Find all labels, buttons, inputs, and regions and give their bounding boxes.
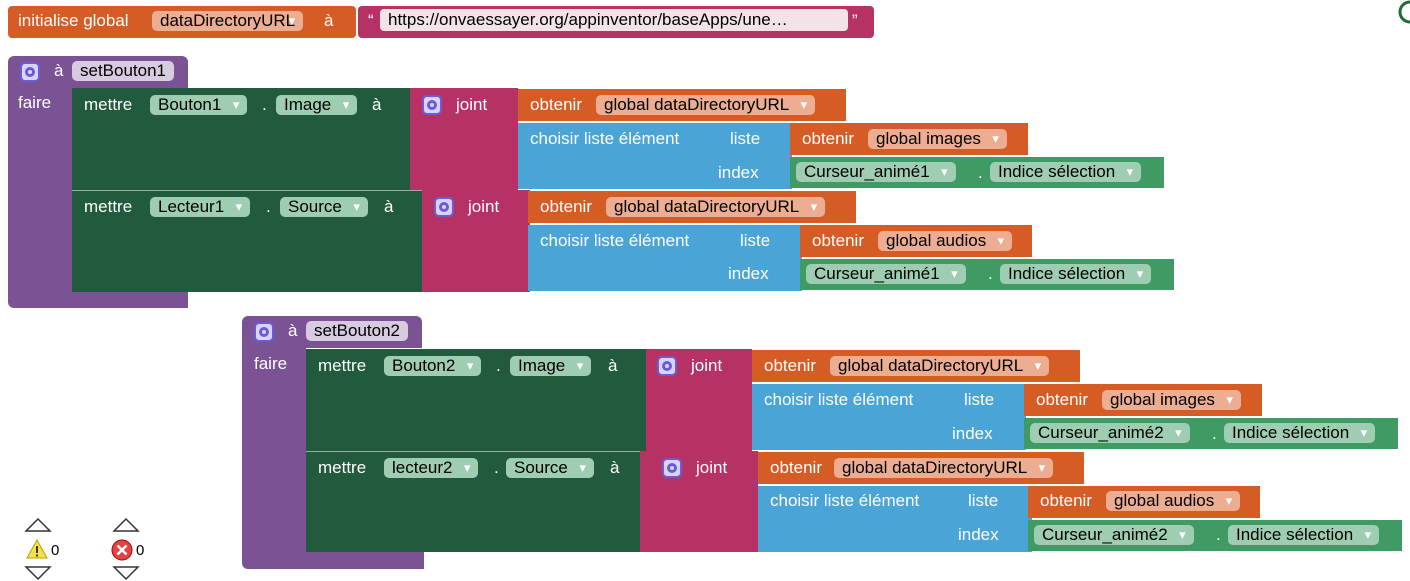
variable-dropdown[interactable]: global dataDirectoryURL — [596, 95, 816, 115]
join-mutator-icon[interactable] — [422, 95, 442, 115]
component-dropdown[interactable]: lecteur2 — [384, 458, 479, 478]
property-dropdown[interactable]: Image — [276, 95, 358, 115]
procedure-footer — [8, 292, 188, 308]
slider-dropdown[interactable]: Curseur_animé1 — [806, 264, 966, 284]
slider-property-dropdown[interactable]: Indice sélection — [1000, 264, 1152, 284]
errors-down-arrow-icon[interactable] — [112, 565, 140, 581]
index-label: index — [958, 525, 999, 544]
slider-dropdown[interactable]: Curseur_animé2 — [1034, 525, 1194, 545]
get-keyword: obtenir — [540, 197, 592, 216]
component-dropdown[interactable]: Lecteur1 — [150, 197, 251, 217]
variable-dropdown[interactable]: global dataDirectoryURL — [606, 197, 826, 217]
dot-label: . — [496, 356, 501, 375]
init-keyword: initialise global — [18, 11, 129, 30]
dot-label: . — [988, 264, 993, 283]
slider-property-dropdown[interactable]: Indice sélection — [1228, 525, 1380, 545]
set-keyword: mettre — [318, 458, 367, 477]
procedure-name-field[interactable]: setBouton1 — [72, 61, 175, 81]
get-keyword: obtenir — [764, 356, 816, 375]
procedure-name-field[interactable]: setBouton2 — [306, 321, 409, 341]
list-label: liste — [964, 390, 995, 409]
dot-label: . — [978, 163, 983, 182]
get-keyword: obtenir — [1040, 491, 1092, 510]
property-dropdown[interactable]: Source — [280, 197, 368, 217]
warning-icon — [26, 539, 48, 559]
join-label: joint — [696, 458, 728, 477]
list-variable-dropdown[interactable]: global images — [1102, 390, 1241, 410]
procedure-footer — [242, 552, 424, 569]
warnings-up-arrow-icon[interactable] — [24, 517, 52, 533]
property-dropdown[interactable]: Image — [510, 356, 592, 376]
index-label: index — [952, 424, 993, 443]
dot-label: . — [1212, 424, 1217, 443]
init-to-label: à — [324, 11, 334, 30]
slider-dropdown[interactable]: Curseur_animé1 — [796, 162, 956, 182]
join-label: joint — [691, 356, 723, 375]
procedure-settings-icon[interactable] — [20, 62, 40, 82]
procedure-body-rail — [8, 86, 72, 296]
workspace-control-icon[interactable] — [1398, 0, 1410, 26]
set-keyword: mettre — [84, 197, 133, 216]
error-icon — [111, 539, 133, 561]
get-keyword: obtenir — [812, 231, 864, 250]
quote-open: “ — [368, 11, 374, 30]
variable-dropdown[interactable]: global dataDirectoryURL — [834, 458, 1054, 478]
slider-property-dropdown[interactable]: Indice sélection — [990, 162, 1142, 182]
set-keyword: mettre — [84, 95, 133, 114]
procedure-do-label: faire — [18, 93, 52, 112]
select-keyword: choisir liste élément — [764, 390, 914, 409]
dot-label: . — [494, 458, 499, 477]
dot-label: . — [262, 95, 267, 114]
select-keyword: choisir liste élément — [530, 129, 680, 148]
variable-dropdown[interactable]: global dataDirectoryURL — [830, 356, 1050, 376]
select-keyword: choisir liste élément — [770, 491, 920, 510]
join-label: joint — [456, 95, 488, 114]
get-keyword: obtenir — [530, 95, 582, 114]
set-to-label: à — [372, 95, 382, 114]
set-to-label: à — [608, 356, 618, 375]
join-mutator-icon[interactable] — [434, 197, 454, 217]
global-var-name-field[interactable]: dataDirectoryURL — [152, 11, 304, 31]
errors-up-arrow-icon[interactable] — [112, 517, 140, 533]
list-label: liste — [740, 231, 771, 250]
url-text-field[interactable]: https://onvaessayer.org/appinventor/base… — [380, 9, 848, 31]
procedure-do-label: faire — [254, 354, 288, 373]
procedure-settings-icon[interactable] — [254, 322, 274, 342]
join-label: joint — [468, 197, 500, 216]
select-keyword: choisir liste élément — [540, 231, 690, 250]
slider-dropdown[interactable]: Curseur_animé2 — [1030, 423, 1190, 443]
list-variable-dropdown[interactable]: global images — [868, 129, 1007, 149]
list-variable-dropdown[interactable]: global audios — [878, 231, 1013, 251]
index-label: index — [728, 264, 769, 283]
get-keyword: obtenir — [1036, 390, 1088, 409]
join-mutator-icon[interactable] — [662, 458, 682, 478]
slider-property-dropdown[interactable]: Indice sélection — [1224, 423, 1376, 443]
set-to-label: à — [384, 197, 394, 216]
list-label: liste — [968, 491, 999, 510]
get-keyword: obtenir — [802, 129, 854, 148]
set-to-label: à — [610, 458, 620, 477]
dot-label: . — [266, 197, 271, 216]
list-label: liste — [730, 129, 761, 148]
set-keyword: mettre — [318, 356, 367, 375]
list-variable-dropdown[interactable]: global audios — [1106, 491, 1241, 511]
procedure-to-label: à — [54, 61, 64, 80]
join-mutator-icon[interactable] — [657, 356, 677, 376]
error-count: 0 — [136, 542, 145, 559]
dot-label: . — [1216, 525, 1221, 544]
index-label: index — [718, 163, 759, 182]
get-keyword: obtenir — [770, 458, 822, 477]
warning-count: 0 — [51, 542, 60, 559]
component-dropdown[interactable]: Bouton1 — [150, 95, 248, 115]
procedure-body-rail — [242, 346, 306, 556]
property-dropdown[interactable]: Source — [506, 458, 594, 478]
component-dropdown[interactable]: Bouton2 — [384, 356, 482, 376]
quote-close: ” — [852, 11, 858, 30]
procedure-to-label: à — [288, 321, 298, 340]
warnings-down-arrow-icon[interactable] — [24, 565, 52, 581]
